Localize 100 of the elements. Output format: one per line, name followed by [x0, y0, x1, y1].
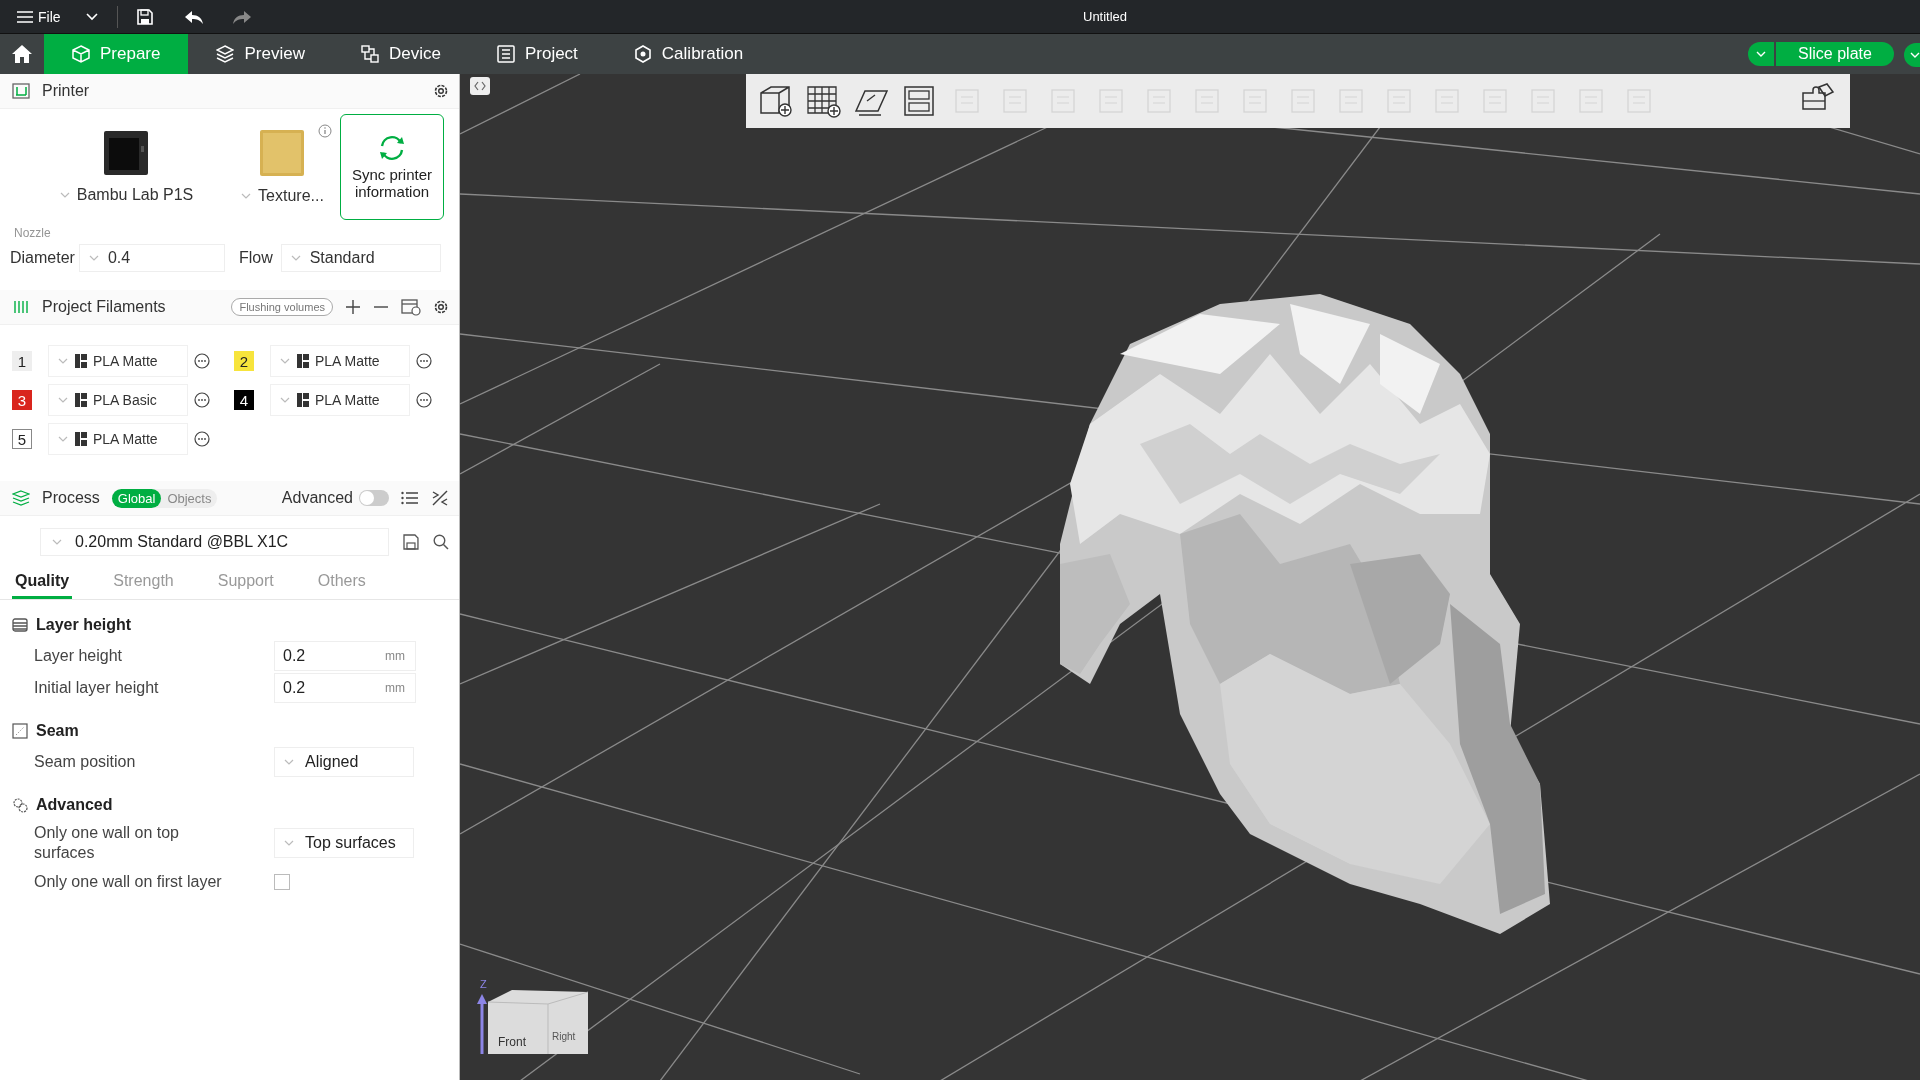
- more-icon[interactable]: [194, 392, 210, 408]
- field-label: Flow: [238, 249, 273, 267]
- setting-label: Only one wall on top surfaces: [34, 823, 180, 863]
- layout-icon[interactable]: [901, 83, 937, 119]
- printer-card[interactable]: Bambu Lab P1S: [28, 114, 224, 220]
- field-label: Diameter: [10, 249, 75, 267]
- setting-label: Only one wall on first layer: [34, 872, 223, 892]
- settings-tab[interactable]: Quality: [12, 568, 73, 599]
- filament-dropdown[interactable]: PLA Basic: [48, 384, 188, 416]
- info-icon[interactable]: [318, 124, 332, 138]
- nozzle-label: Nozzle: [13, 225, 52, 240]
- save-icon[interactable]: [403, 534, 420, 550]
- axis-arrow: [477, 994, 487, 1054]
- dropdown-button[interactable]: [1904, 43, 1920, 67]
- menu-icon: [16, 9, 34, 24]
- undo-icon[interactable]: [183, 8, 204, 25]
- section-title: Printer: [42, 82, 90, 100]
- cube-face-label: Right: [552, 1031, 576, 1042]
- settings-icon[interactable]: [433, 83, 449, 99]
- unit-label: mm: [385, 681, 405, 695]
- plate-name: Texture...: [258, 187, 324, 205]
- group-title: Layer height: [36, 616, 132, 634]
- collapse-button[interactable]: [470, 77, 490, 95]
- filament-dropdown[interactable]: PLA Matte: [270, 384, 410, 416]
- printer-name: Bambu Lab P1S: [76, 186, 194, 204]
- setting-label: Seam position: [34, 752, 137, 772]
- settings-icon[interactable]: [433, 299, 449, 315]
- cube-drawing[interactable]: [487, 990, 589, 1054]
- filament-dropdown[interactable]: PLA Matte: [270, 345, 410, 377]
- nav-tab[interactable]: Preview: [188, 34, 333, 74]
- caret-icon: [1910, 51, 1920, 59]
- sync-icon: [377, 134, 407, 162]
- layers-icon: [12, 617, 28, 633]
- filament-icon: [297, 393, 309, 407]
- more-icon[interactable]: [194, 353, 210, 369]
- filament-icon: [75, 393, 87, 407]
- number-field[interactable]: 0.2 mm: [274, 641, 416, 671]
- filament-dropdown[interactable]: PLA Matte: [48, 423, 188, 455]
- section-title: Project Filaments: [42, 298, 166, 316]
- setting-dropdown[interactable]: Aligned: [274, 747, 414, 777]
- printer-icon: [103, 130, 149, 176]
- window-title: Untitled: [1083, 9, 1128, 24]
- filament-number[interactable]: 5: [12, 429, 32, 449]
- more-icon[interactable]: [416, 392, 432, 408]
- list-icon[interactable]: [401, 490, 419, 506]
- grid-plus-icon[interactable]: [805, 83, 841, 119]
- setting-label: Initial layer height: [34, 678, 160, 698]
- redo-icon: [231, 8, 252, 25]
- field-value: 0.2: [283, 679, 306, 697]
- dropdown-button[interactable]: [1748, 42, 1774, 66]
- caret-icon: [1756, 50, 1766, 58]
- hexagon-icon: [633, 45, 652, 63]
- plus-icon[interactable]: [345, 299, 361, 315]
- more-icon[interactable]: [416, 353, 432, 369]
- cube-plus-icon[interactable]: [757, 83, 793, 119]
- number-field[interactable]: 0.2 mm: [274, 673, 416, 703]
- section-title: Process: [42, 489, 100, 507]
- nav-tab[interactable]: Calibration: [605, 34, 772, 74]
- filament-icon: [12, 299, 30, 315]
- nav-tab[interactable]: Project: [468, 34, 606, 74]
- group-title: Advanced: [36, 796, 113, 814]
- search-icon[interactable]: [433, 534, 449, 550]
- plate-card[interactable]: Texture...: [230, 114, 334, 220]
- filament-number[interactable]: 4: [234, 390, 254, 410]
- filament-number[interactable]: 1: [12, 351, 32, 371]
- compare-icon[interactable]: [431, 489, 449, 507]
- nav-tab[interactable]: Device: [332, 34, 469, 74]
- advanced-toggle[interactable]: [359, 490, 389, 506]
- cube-face-label: Front: [498, 1035, 526, 1049]
- flow-dropdown[interactable]: Standard: [280, 244, 441, 272]
- filament-dropdown[interactable]: PLA Matte: [48, 345, 188, 377]
- filament-icon: [297, 354, 309, 368]
- group-title: Seam: [36, 722, 79, 740]
- filament-icon: [75, 432, 87, 446]
- layers-icon: [216, 45, 235, 63]
- axis-label: Z: [480, 978, 487, 990]
- gears-icon: [12, 797, 28, 813]
- unit-label: mm: [385, 649, 405, 663]
- toggle-label: Advanced: [281, 489, 353, 507]
- filament-number[interactable]: 2: [234, 351, 254, 371]
- file-menu[interactable]: File: [14, 6, 63, 27]
- preset-dropdown[interactable]: 0.20mm Standard @BBL X1C: [40, 528, 390, 556]
- caret-icon[interactable]: [84, 11, 99, 22]
- field-value: 0.2: [283, 647, 306, 665]
- layers-icon: [12, 490, 30, 506]
- filament-number[interactable]: 3: [12, 390, 32, 410]
- setting-dropdown[interactable]: Top surfaces: [274, 828, 414, 858]
- sync-button[interactable]: Sync printer information: [340, 114, 444, 220]
- device-icon: [360, 45, 379, 63]
- more-icon[interactable]: [194, 431, 210, 447]
- checkbox[interactable]: [274, 874, 290, 890]
- collapse-icon: [474, 81, 486, 91]
- cube-icon: [72, 45, 90, 63]
- filament-icon: [75, 354, 87, 368]
- diameter-dropdown[interactable]: 0.4: [78, 244, 225, 272]
- calendar-icon[interactable]: [401, 298, 421, 316]
- printer-icon: [12, 83, 30, 99]
- home-icon[interactable]: [11, 44, 33, 64]
- setting-label: Layer height: [34, 646, 124, 666]
- flushing-volumes-button[interactable]: Flushing volumes: [231, 298, 333, 316]
